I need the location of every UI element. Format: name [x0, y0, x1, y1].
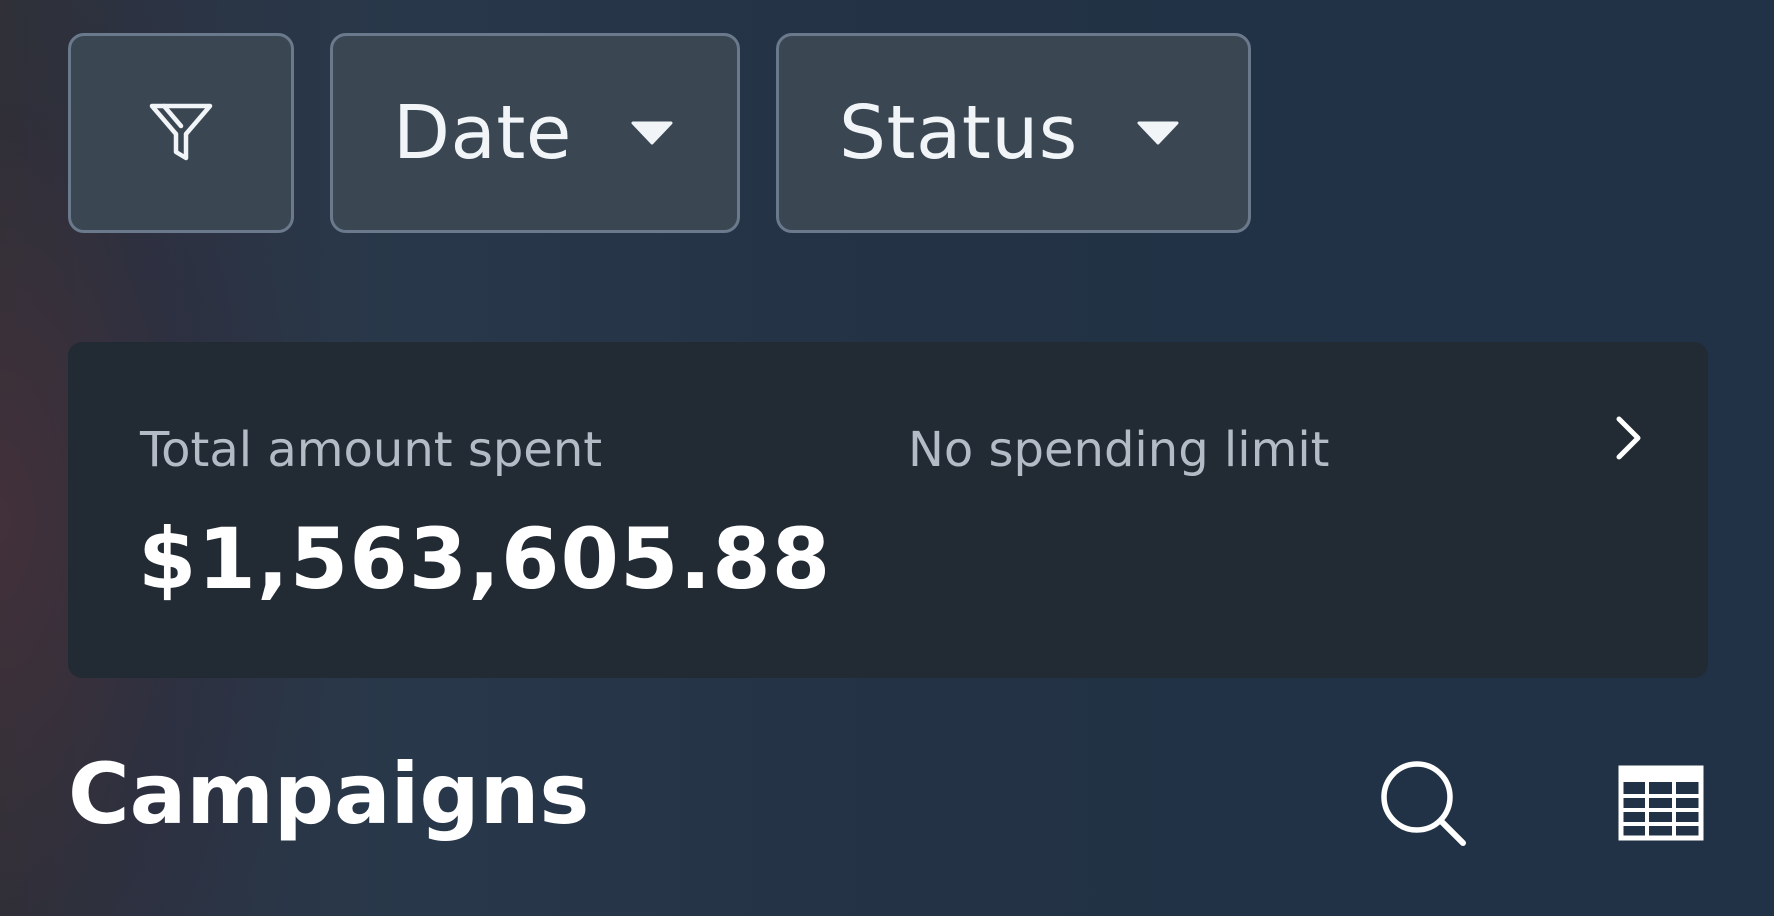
status-filter-label: Status [839, 90, 1078, 176]
spending-summary-card[interactable]: Total amount spent $1,563,605.88 No spen… [68, 342, 1708, 678]
spending-limit-label: No spending limit [908, 422, 1330, 478]
search-icon [1379, 759, 1469, 853]
campaigns-title: Campaigns [68, 745, 590, 843]
filter-button[interactable] [68, 33, 294, 233]
table-view-icon [1618, 765, 1704, 845]
filter-funnel-icon [146, 96, 216, 170]
caret-down-icon [630, 120, 674, 146]
date-filter-dropdown[interactable]: Date [330, 33, 740, 233]
filter-bar: Date Status [68, 33, 1251, 233]
table-view-button[interactable] [1616, 765, 1706, 845]
search-button[interactable] [1376, 758, 1472, 854]
total-spent-label: Total amount spent [140, 422, 603, 478]
chevron-right-icon[interactable] [1598, 408, 1658, 468]
date-filter-label: Date [393, 90, 572, 176]
total-spent-value: $1,563,605.88 [138, 510, 832, 608]
caret-down-icon [1136, 120, 1180, 146]
status-filter-dropdown[interactable]: Status [776, 33, 1251, 233]
